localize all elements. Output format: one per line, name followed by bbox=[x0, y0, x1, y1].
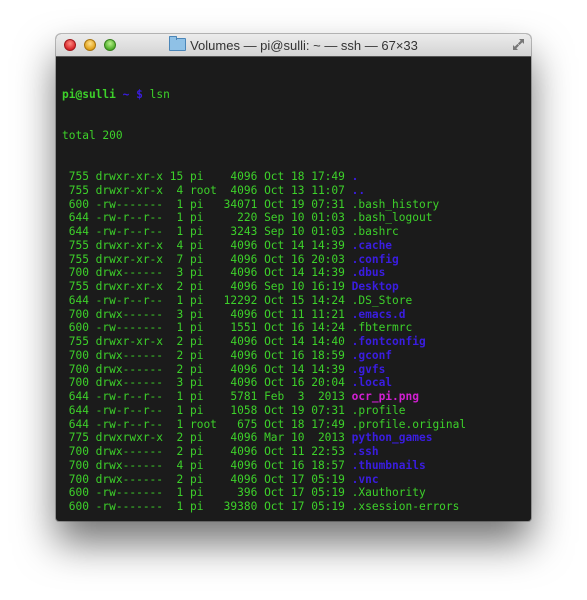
file-name: .profile bbox=[351, 403, 406, 417]
title-bar[interactable]: Volumes — pi@sulli: ~ — ssh — 67×33 bbox=[56, 34, 531, 57]
listing-row: 700 drwx------ 2 pi 4096 Oct 14 14:39 .g… bbox=[62, 363, 531, 377]
listing-row: 755 drwxr-xr-x 4 root 4096 Oct 13 11:07 … bbox=[62, 184, 531, 198]
listing-row: 700 drwx------ 2 pi 4096 Oct 11 22:53 .s… bbox=[62, 445, 531, 459]
total-line: total 200 bbox=[62, 128, 123, 142]
file-attributes: 700 drwx------ 2 pi 4096 Oct 16 18:59 bbox=[62, 348, 352, 362]
file-attributes: 644 -rw-r--r-- 1 pi 5781 Feb 3 2013 bbox=[62, 390, 352, 403]
file-attributes: 755 drwxr-xr-x 4 root 4096 Oct 13 11:07 bbox=[62, 183, 352, 197]
file-name: ocr_pi.png bbox=[351, 390, 419, 403]
command-line: pi@sulli ~ $ lsn bbox=[62, 88, 531, 102]
file-name: .bashrc bbox=[351, 225, 399, 238]
file-name: python_games bbox=[351, 431, 433, 445]
file-name: .xsession-errors bbox=[351, 500, 460, 513]
file-attributes: 755 drwxr-xr-x 2 pi 4096 Sep 10 16:19 bbox=[62, 280, 352, 293]
window-title: Volumes — pi@sulli: ~ — ssh — 67×33 bbox=[190, 38, 418, 53]
terminal-output[interactable]: pi@sulli ~ $ lsn total 200 755 drwxr-xr-… bbox=[56, 57, 531, 521]
file-name: .ssh bbox=[351, 445, 379, 458]
file-attributes: 644 -rw-r--r-- 1 pi 220 Sep 10 01:03 bbox=[62, 211, 352, 225]
file-attributes: 700 drwx------ 2 pi 4096 Oct 11 22:53 bbox=[62, 445, 352, 458]
file-name: .gvfs bbox=[351, 362, 386, 376]
file-name: .config bbox=[351, 252, 399, 266]
file-attributes: 755 drwxr-xr-x 7 pi 4096 Oct 16 20:03 bbox=[62, 252, 352, 266]
listing-row: 700 drwx------ 3 pi 4096 Oct 16 20:04 .l… bbox=[62, 376, 531, 390]
listing-row: 600 -rw------- 1 pi 1551 Oct 16 14:24 .f… bbox=[62, 321, 531, 335]
file-name: .local bbox=[351, 376, 393, 390]
listing-row: 644 -rw-r--r-- 1 pi 5781 Feb 3 2013 ocr_… bbox=[62, 390, 531, 404]
file-attributes: 775 drwxrwxr-x 2 pi 4096 Mar 10 2013 bbox=[62, 431, 352, 445]
file-attributes: 644 -rw-r--r-- 1 root 675 Oct 18 17:49 bbox=[62, 417, 352, 431]
listing-row: 600 -rw------- 1 pi 34071 Oct 19 07:31 .… bbox=[62, 198, 531, 212]
listing-row: 644 -rw-r--r-- 1 pi 3243 Sep 10 01:03 .b… bbox=[62, 225, 531, 239]
listing-row: 700 drwx------ 4 pi 4096 Oct 16 18:57 .t… bbox=[62, 459, 531, 473]
file-attributes: 700 drwx------ 3 pi 4096 Oct 14 14:39 bbox=[62, 266, 352, 280]
listing: 755 drwxr-xr-x 15 pi 4096 Oct 18 17:49 .… bbox=[62, 170, 531, 514]
listing-row: 644 -rw-r--r-- 1 pi 1058 Oct 19 07:31 .p… bbox=[62, 404, 531, 418]
file-name: Desktop bbox=[351, 280, 399, 293]
listing-row: 600 -rw------- 1 pi 396 Oct 17 05:19 .Xa… bbox=[62, 486, 531, 500]
file-name: .profile.original bbox=[351, 417, 467, 431]
listing-row: 775 drwxrwxr-x 2 pi 4096 Mar 10 2013 pyt… bbox=[62, 431, 531, 445]
file-name: .gconf bbox=[351, 348, 393, 362]
file-name: .thumbnails bbox=[351, 458, 426, 472]
file-attributes: 644 -rw-r--r-- 1 pi 12292 Oct 15 14:24 bbox=[62, 293, 352, 307]
file-attributes: 600 -rw------- 1 pi 34071 Oct 19 07:31 bbox=[62, 197, 352, 211]
prompt-path: ~ bbox=[122, 87, 130, 101]
prompt-user-host: pi@sulli bbox=[62, 87, 116, 101]
listing-row: 755 drwxr-xr-x 7 pi 4096 Oct 16 20:03 .c… bbox=[62, 253, 531, 267]
file-name: .bash_logout bbox=[351, 211, 433, 225]
listing-row: 755 drwxr-xr-x 2 pi 4096 Oct 14 14:40 .f… bbox=[62, 335, 531, 349]
file-attributes: 600 -rw------- 1 pi 39380 Oct 17 05:19 bbox=[62, 500, 352, 513]
file-name: .vnc bbox=[351, 472, 379, 486]
file-name: .fontconfig bbox=[351, 335, 426, 348]
listing-row: 700 drwx------ 2 pi 4096 Oct 17 05:19 .v… bbox=[62, 473, 531, 487]
prompt-symbol: $ bbox=[136, 87, 143, 101]
file-name: .cache bbox=[351, 238, 393, 252]
folder-icon bbox=[169, 36, 187, 51]
file-attributes: 700 drwx------ 4 pi 4096 Oct 16 18:57 bbox=[62, 458, 352, 472]
listing-row: 644 -rw-r--r-- 1 root 675 Oct 18 17:49 .… bbox=[62, 418, 531, 432]
file-attributes: 755 drwxr-xr-x 2 pi 4096 Oct 14 14:40 bbox=[62, 335, 352, 348]
listing-row: 644 -rw-r--r-- 1 pi 220 Sep 10 01:03 .ba… bbox=[62, 211, 531, 225]
window-title-container: Volumes — pi@sulli: ~ — ssh — 67×33 bbox=[56, 36, 531, 53]
file-attributes: 755 drwxr-xr-x 4 pi 4096 Oct 14 14:39 bbox=[62, 238, 352, 252]
terminal-window: Volumes — pi@sulli: ~ — ssh — 67×33 pi@s… bbox=[56, 34, 531, 521]
listing-row: 700 drwx------ 3 pi 4096 Oct 14 14:39 .d… bbox=[62, 266, 531, 280]
listing-row: 700 drwx------ 3 pi 4096 Oct 11 11:21 .e… bbox=[62, 308, 531, 322]
file-name: .bash_history bbox=[351, 197, 440, 211]
fullscreen-icon[interactable] bbox=[512, 38, 525, 51]
file-name: .DS_Store bbox=[351, 293, 413, 307]
file-name: .. bbox=[351, 183, 366, 197]
file-attributes: 700 drwx------ 2 pi 4096 Oct 17 05:19 bbox=[62, 472, 352, 486]
file-name: .Xauthority bbox=[351, 486, 426, 500]
file-attributes: 600 -rw------- 1 pi 1551 Oct 16 14:24 bbox=[62, 321, 352, 335]
listing-row: 644 -rw-r--r-- 1 pi 12292 Oct 15 14:24 .… bbox=[62, 294, 531, 308]
file-name: .dbus bbox=[351, 266, 386, 280]
file-attributes: 644 -rw-r--r-- 1 pi 3243 Sep 10 01:03 bbox=[62, 225, 352, 238]
listing-row: 600 -rw------- 1 pi 39380 Oct 17 05:19 .… bbox=[62, 500, 531, 514]
file-name: .emacs.d bbox=[351, 307, 406, 321]
file-attributes: 644 -rw-r--r-- 1 pi 1058 Oct 19 07:31 bbox=[62, 403, 352, 417]
file-name: .fbtermrc bbox=[351, 321, 413, 335]
file-attributes: 600 -rw------- 1 pi 396 Oct 17 05:19 bbox=[62, 486, 352, 500]
file-attributes: 700 drwx------ 3 pi 4096 Oct 16 20:04 bbox=[62, 376, 352, 390]
listing-row: 755 drwxr-xr-x 15 pi 4096 Oct 18 17:49 . bbox=[62, 170, 531, 184]
command-text: lsn bbox=[149, 87, 170, 101]
file-attributes: 700 drwx------ 3 pi 4096 Oct 11 11:21 bbox=[62, 307, 352, 321]
listing-row: 755 drwxr-xr-x 4 pi 4096 Oct 14 14:39 .c… bbox=[62, 239, 531, 253]
listing-row: 700 drwx------ 2 pi 4096 Oct 16 18:59 .g… bbox=[62, 349, 531, 363]
file-name: . bbox=[351, 170, 359, 183]
file-attributes: 755 drwxr-xr-x 15 pi 4096 Oct 18 17:49 bbox=[62, 170, 352, 183]
file-attributes: 700 drwx------ 2 pi 4096 Oct 14 14:39 bbox=[62, 362, 352, 376]
listing-row: 755 drwxr-xr-x 2 pi 4096 Sep 10 16:19 De… bbox=[62, 280, 531, 294]
